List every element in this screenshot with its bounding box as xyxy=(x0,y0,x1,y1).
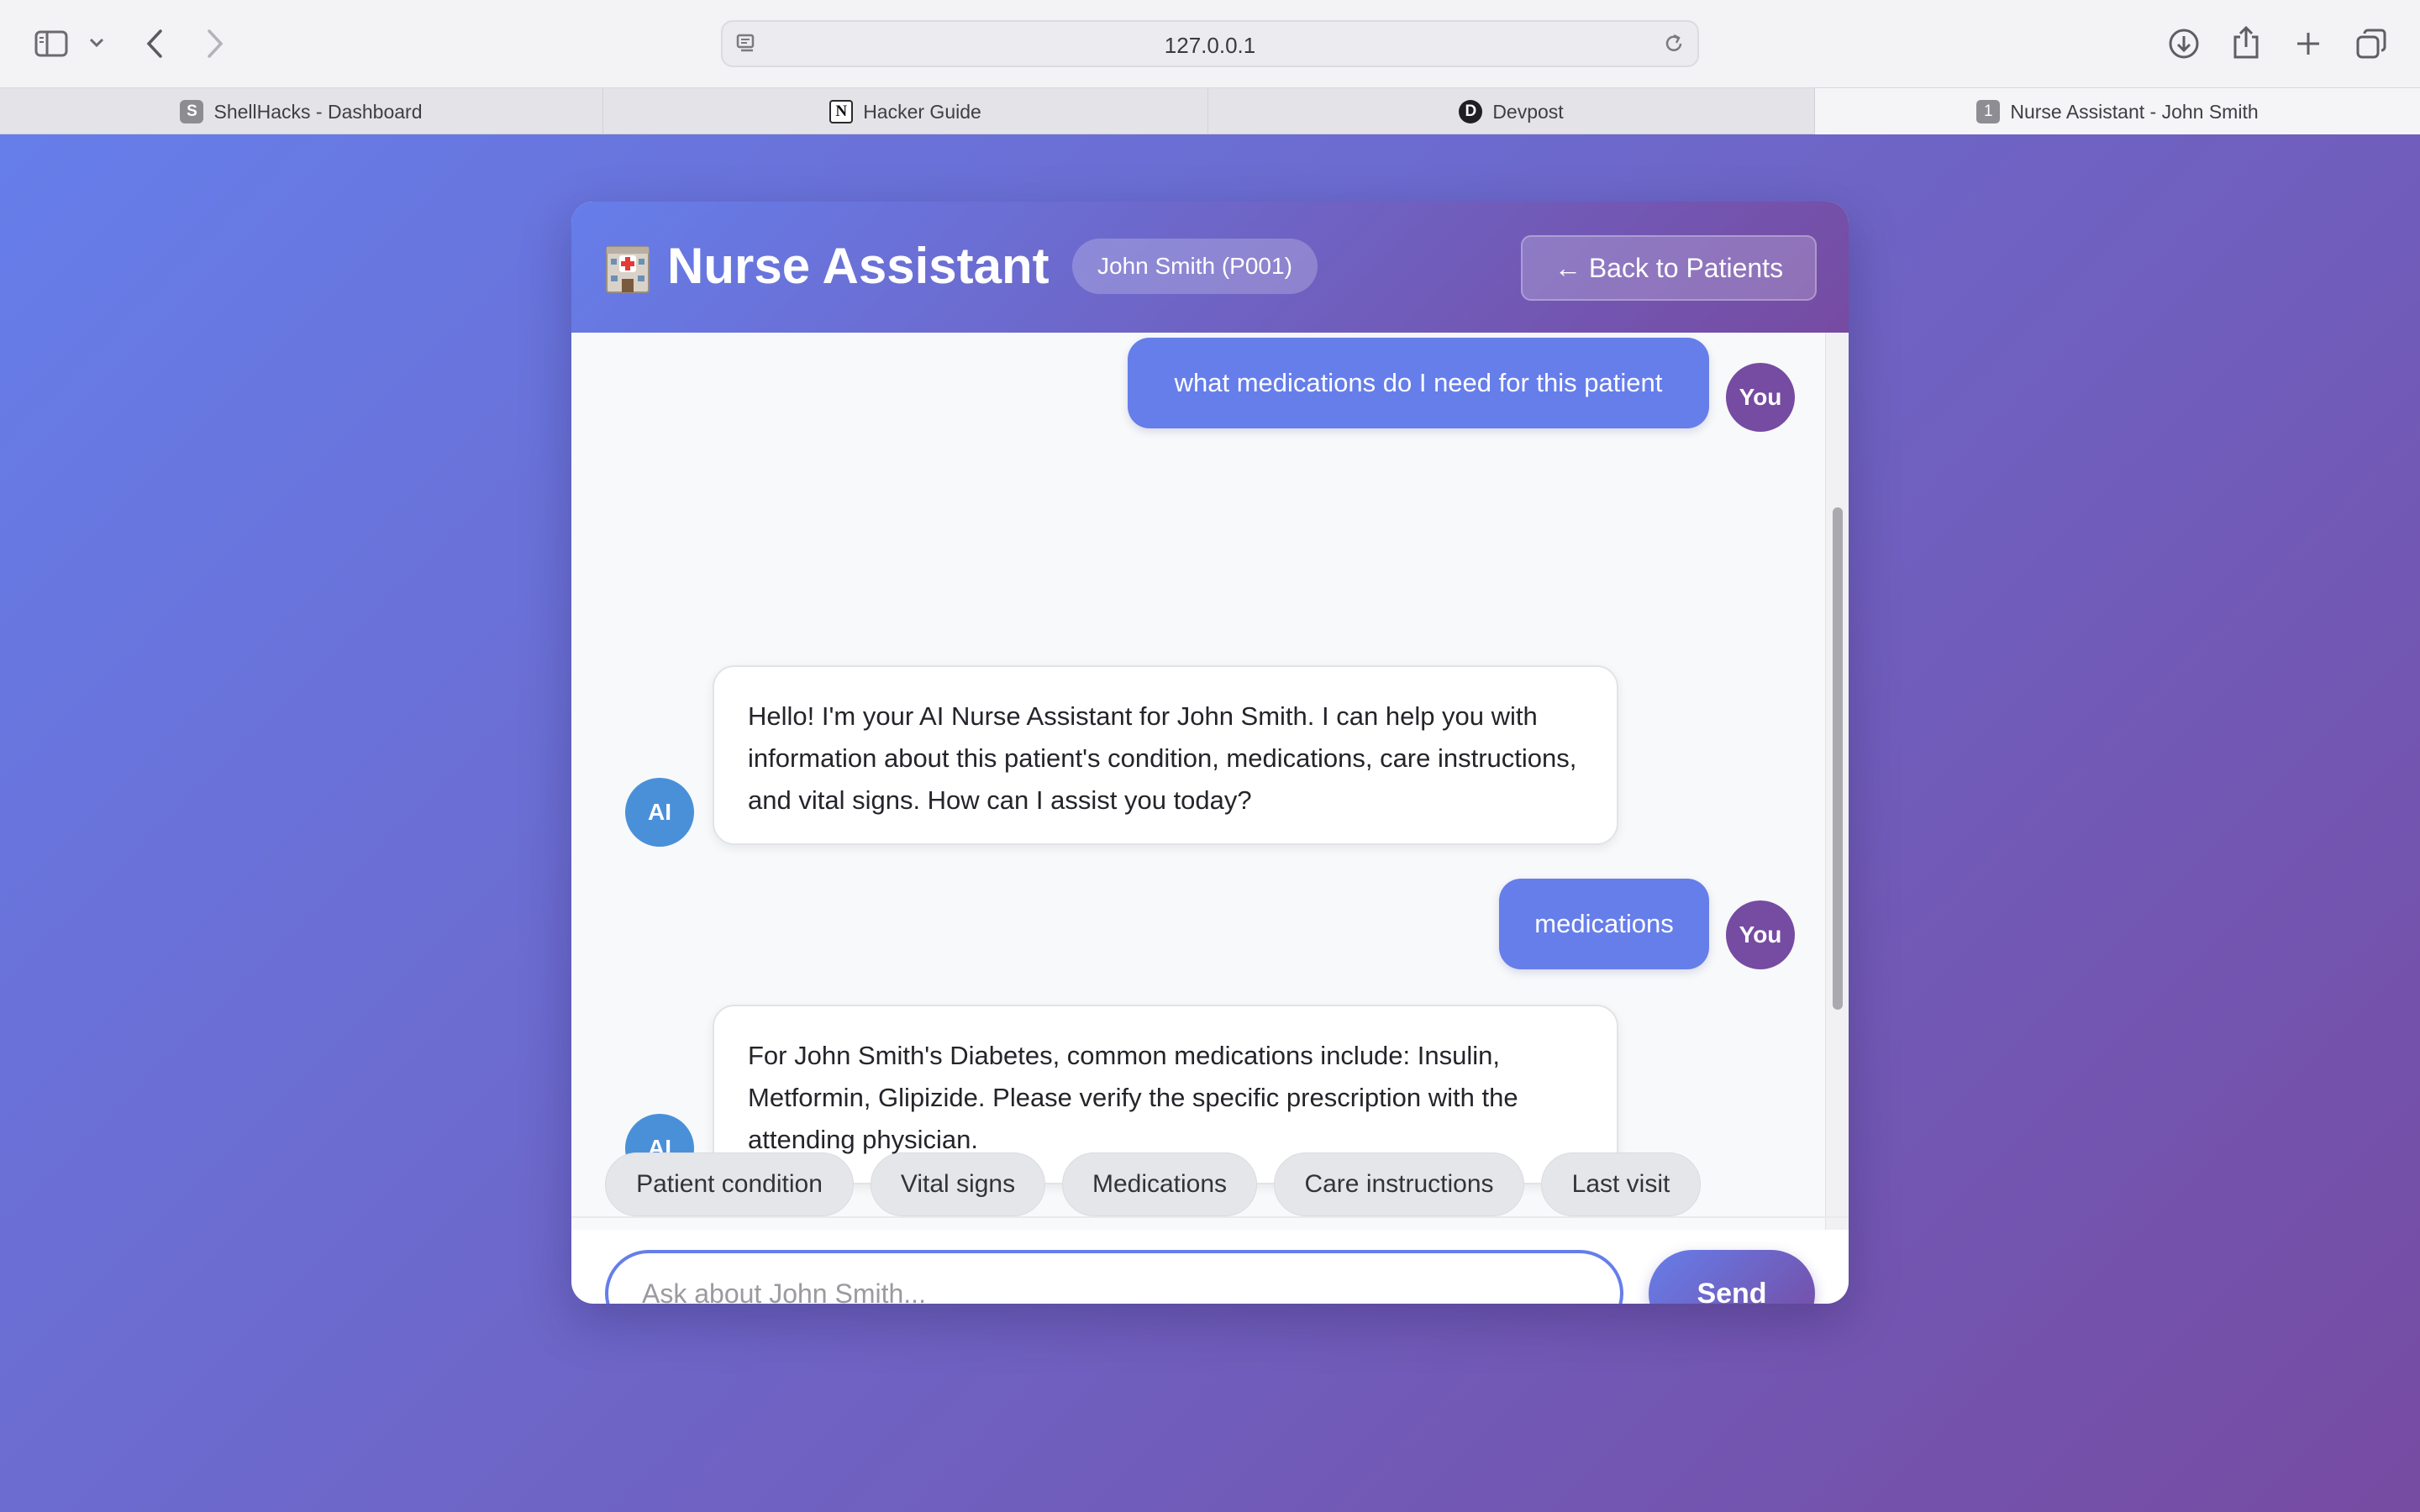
tab-label: ShellHacks - Dashboard xyxy=(213,100,423,123)
chat-card: Nurse Assistant John Smith (P001) ← Back… xyxy=(571,202,1849,1304)
shellhacks-favicon-icon: S xyxy=(180,100,204,123)
ai-message: Hello! I'm your AI Nurse Assistant for J… xyxy=(713,665,1618,845)
scrollbar-thumb[interactable] xyxy=(1833,507,1843,1010)
page-background: Nurse Assistant John Smith (P001) ← Back… xyxy=(0,134,2420,1512)
tab-bar: S ShellHacks - Dashboard N Hacker Guide … xyxy=(0,87,2420,135)
input-divider xyxy=(571,1216,1849,1218)
chat-scrollbar[interactable] xyxy=(1825,333,1849,1230)
quick-action-care-instructions[interactable]: Care instructions xyxy=(1274,1152,1524,1216)
forward-arrow-icon[interactable] xyxy=(200,25,230,62)
tab-label: Nurse Assistant - John Smith xyxy=(2010,100,2259,123)
hospital-icon xyxy=(603,240,652,294)
share-icon[interactable] xyxy=(2228,24,2264,62)
message-text: what medications do I need for this pati… xyxy=(1174,368,1663,397)
chat-input[interactable] xyxy=(605,1250,1623,1304)
browser-toolbar: 127.0.0.1 xyxy=(0,0,2420,87)
message-text: medications xyxy=(1534,909,1674,938)
quick-action-last-visit[interactable]: Last visit xyxy=(1541,1152,1701,1216)
app-title: Nurse Assistant xyxy=(667,238,1050,294)
back-arrow-icon[interactable] xyxy=(139,25,170,62)
quick-action-vital-signs[interactable]: Vital signs xyxy=(871,1152,1045,1216)
send-button[interactable]: Send xyxy=(1649,1250,1815,1304)
app-header: Nurse Assistant John Smith (P001) ← Back… xyxy=(571,202,1849,333)
back-to-patients-button[interactable]: ← Back to Patients xyxy=(1521,235,1817,301)
notion-favicon-icon: N xyxy=(829,100,854,123)
user-message: what medications do I need for this pati… xyxy=(1128,338,1709,428)
ai-avatar: AI xyxy=(625,778,694,847)
devpost-favicon-icon: D xyxy=(1459,100,1483,123)
sidebar-toggle-icon[interactable] xyxy=(32,25,71,62)
message-text: For John Smith's Diabetes, common medica… xyxy=(748,1041,1518,1154)
quick-action-medications[interactable]: Medications xyxy=(1062,1152,1257,1216)
user-avatar: You xyxy=(1726,363,1795,432)
tab-nurse-assistant[interactable]: 1 Nurse Assistant - John Smith xyxy=(1815,88,2420,135)
tab-devpost[interactable]: D Devpost xyxy=(1208,88,1815,135)
quick-action-patient-condition[interactable]: Patient condition xyxy=(605,1152,854,1216)
tab-hacker-guide[interactable]: N Hacker Guide xyxy=(603,88,1208,135)
page-favicon-icon: 1 xyxy=(1976,100,2001,123)
chat-messages-panel[interactable]: what medications do I need for this pati… xyxy=(571,333,1849,1230)
download-icon[interactable] xyxy=(2166,25,2202,62)
chevron-down-icon[interactable] xyxy=(86,32,108,54)
reload-icon[interactable] xyxy=(1662,32,1686,60)
tab-shellhacks[interactable]: S ShellHacks - Dashboard xyxy=(0,88,603,135)
user-message: medications xyxy=(1499,879,1709,969)
message-text: Hello! I'm your AI Nurse Assistant for J… xyxy=(748,701,1577,815)
address-bar[interactable]: 127.0.0.1 xyxy=(721,20,1699,67)
tab-overview-icon[interactable] xyxy=(2353,25,2390,62)
user-avatar: You xyxy=(1726,900,1795,969)
chat-scroll-area: what medications do I need for this pati… xyxy=(571,333,1825,1230)
url-text[interactable]: 127.0.0.1 xyxy=(723,33,1697,59)
new-tab-icon[interactable] xyxy=(2291,25,2326,62)
tab-label: Devpost xyxy=(1492,100,1564,123)
patient-badge: John Smith (P001) xyxy=(1072,239,1318,294)
tab-label: Hacker Guide xyxy=(863,100,981,123)
